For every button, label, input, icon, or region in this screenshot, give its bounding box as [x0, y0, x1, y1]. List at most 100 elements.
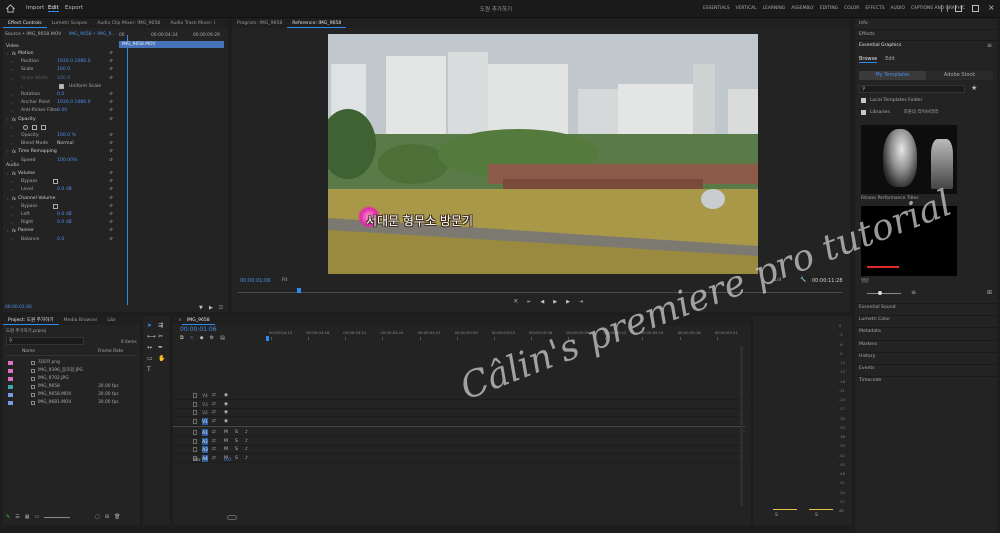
meter-solo-right[interactable]: S: [815, 513, 818, 518]
twirl-icon[interactable]: ›: [11, 75, 13, 82]
ec-clip-bar[interactable]: IMG_9658.MOV: [119, 41, 224, 48]
timeline-settings-icon[interactable]: ⚙: [210, 335, 214, 341]
twirl-icon[interactable]: ›: [11, 66, 13, 73]
ec-export-icon[interactable]: ⎋: [219, 305, 223, 311]
panel-section[interactable]: Timecode: [859, 377, 881, 384]
track-target-label[interactable]: A2: [202, 437, 208, 445]
reset-icon[interactable]: ↺: [109, 219, 113, 226]
home-icon[interactable]: [5, 4, 16, 13]
property-value[interactable]: 1920.0 1080.0: [57, 99, 91, 106]
go-to-in-icon[interactable]: ⇤: [527, 299, 531, 305]
tab-program[interactable]: Program: IMG_9658: [232, 19, 287, 28]
property-checkbox[interactable]: [53, 179, 58, 185]
eye-icon[interactable]: ◉: [224, 393, 228, 398]
twirl-icon[interactable]: ›: [7, 148, 9, 155]
column-name[interactable]: Name: [22, 349, 35, 354]
slip-tool-icon[interactable]: ↔: [147, 344, 156, 351]
reset-icon[interactable]: ↺: [109, 178, 113, 185]
property-value[interactable]: 100.0 %: [57, 132, 76, 139]
track-target-label[interactable]: V3: [202, 401, 208, 408]
property-value[interactable]: 0.0: [57, 236, 64, 243]
new-bin-icon[interactable]: ▢: [95, 514, 100, 520]
property-value[interactable]: Normal: [57, 140, 74, 147]
audio-track[interactable]: A1 ⇄ M S ♪: [173, 429, 745, 437]
selection-tool-icon[interactable]: ➤: [147, 322, 156, 329]
label-color-swatch[interactable]: [8, 360, 13, 365]
column-frame-rate[interactable]: Frame Rate: [98, 349, 123, 354]
fx-badge[interactable]: fx: [12, 50, 16, 57]
linked-selection-icon[interactable]: ⊂: [190, 335, 194, 341]
subtab-my-templates[interactable]: My Templates: [859, 71, 926, 80]
tab-lumetri-scopes[interactable]: Lumetri Scopes: [47, 19, 93, 28]
twirl-icon[interactable]: ›: [11, 58, 13, 65]
go-to-out-icon[interactable]: ⇥: [579, 299, 583, 305]
local-templates-row[interactable]: Local Templates Folder: [861, 97, 922, 104]
track-target-label[interactable]: A3: [202, 446, 208, 454]
property-value[interactable]: 0.0 dB: [57, 186, 72, 193]
menu-export[interactable]: Export: [65, 5, 83, 11]
ec-filter-icon[interactable]: ▼: [199, 305, 203, 311]
ellipse-mask-icon[interactable]: [23, 124, 28, 130]
subtab-adobe-stock[interactable]: Adobe Stock: [926, 71, 993, 80]
program-playhead[interactable]: [297, 288, 301, 293]
workspace-effects[interactable]: EFFECTS: [862, 6, 887, 11]
slider-handle[interactable]: [878, 291, 882, 295]
twirl-icon[interactable]: ›: [11, 211, 13, 218]
label-color-swatch[interactable]: [8, 400, 13, 405]
mute-icon[interactable]: M: [224, 447, 228, 452]
fullscreen-icon[interactable]: [972, 5, 979, 12]
panel-section[interactable]: Markers: [859, 341, 877, 348]
source-label[interactable]: Source • IMG_9658.MOV: [5, 32, 61, 37]
label-color-swatch[interactable]: [8, 392, 13, 397]
mark-in-icon[interactable]: ⇱: [514, 299, 518, 305]
workspace-essentials[interactable]: ESSENTIALS: [700, 6, 733, 11]
tab-edit[interactable]: Edit: [885, 56, 895, 63]
effects-section[interactable]: Effects: [859, 31, 875, 38]
tab-browse[interactable]: Browse: [859, 56, 878, 63]
twirl-icon[interactable]: ›: [11, 99, 13, 106]
reset-icon[interactable]: ↺: [109, 91, 113, 98]
twirl-icon[interactable]: ›: [11, 203, 13, 210]
twirl-icon[interactable]: ›: [7, 170, 9, 177]
property-value[interactable]: 0.0 dB: [57, 219, 72, 226]
meter-solo-left[interactable]: S: [775, 513, 778, 518]
property-value[interactable]: 1920.0 1080.0: [57, 58, 91, 65]
label-color-swatch[interactable]: [8, 376, 13, 381]
list-view-icon[interactable]: ☰: [15, 514, 19, 520]
timeline-playhead-handle[interactable]: [266, 336, 269, 341]
voiceover-mic-icon[interactable]: ♪: [245, 447, 248, 452]
reset-icon[interactable]: ↺: [109, 140, 113, 147]
reset-icon[interactable]: ↺: [109, 132, 113, 139]
reset-icon[interactable]: ↺: [109, 195, 113, 202]
property-value[interactable]: 100.00%: [57, 157, 77, 164]
razor-tool-icon[interactable]: ✂: [158, 333, 167, 340]
audio-track[interactable]: A4 ⇄ M S ♪: [173, 454, 745, 463]
local-templates-checkbox[interactable]: [861, 98, 866, 103]
rect-mask-icon[interactable]: [32, 124, 37, 130]
project-item[interactable]: IMG_9702.JPG: [6, 375, 137, 382]
captions-icon[interactable]: ▤: [220, 335, 225, 341]
panel-menu-icon[interactable]: ≡: [987, 42, 992, 49]
twirl-icon[interactable]: ›: [11, 91, 13, 98]
twirl-icon[interactable]: ›: [21, 83, 23, 90]
tab-effect-controls[interactable]: Effect Controls: [3, 19, 47, 28]
write-icon[interactable]: ✎: [6, 514, 10, 520]
solo-icon[interactable]: S: [235, 430, 238, 435]
sync-lock-icon[interactable]: ⇄: [212, 447, 216, 452]
project-item[interactable]: 자료파 png: [6, 359, 137, 366]
fx-badge[interactable]: fx: [12, 227, 16, 234]
workspace-assembly[interactable]: ASSEMBLY: [788, 6, 817, 11]
twirl-icon[interactable]: ›: [7, 116, 9, 123]
step-forward-icon[interactable]: ▶: [566, 299, 570, 305]
freeform-view-icon[interactable]: ▭: [34, 514, 39, 520]
panel-section[interactable]: History: [859, 353, 875, 360]
tab-audio-clip-mixer[interactable]: Audio Clip Mixer: IMG_9658: [92, 19, 165, 28]
library-select[interactable]: 조원의 라이브러리: [891, 110, 938, 115]
libraries-row[interactable]: Libraries 조원의 라이브러리: [861, 109, 939, 116]
label-color-swatch[interactable]: [8, 384, 13, 389]
ripple-edit-icon[interactable]: ⟷: [147, 333, 156, 340]
track-lock-icon[interactable]: [193, 401, 197, 407]
reset-icon[interactable]: ↺: [109, 211, 113, 218]
fx-badge[interactable]: fx: [12, 116, 16, 123]
sync-lock-icon[interactable]: ⇄: [212, 419, 216, 424]
